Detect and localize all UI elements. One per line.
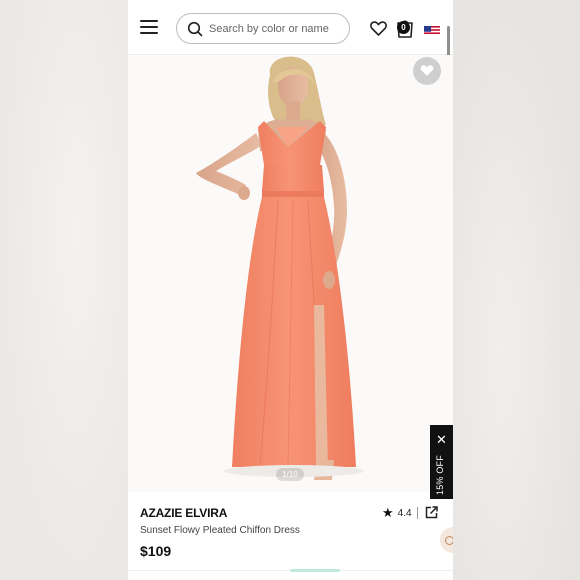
top-header: 0 bbox=[128, 0, 453, 102]
heart-icon[interactable] bbox=[370, 21, 387, 36]
menu-icon[interactable] bbox=[140, 20, 158, 34]
search-icon bbox=[187, 21, 203, 37]
search-bar[interactable] bbox=[176, 13, 350, 44]
model-photo bbox=[196, 56, 364, 480]
product-image[interactable]: 1/10 bbox=[128, 55, 453, 492]
rating-divider bbox=[417, 507, 418, 519]
product-brand: AZAZIE ELVIRA bbox=[140, 506, 228, 520]
favorite-heart-icon bbox=[420, 65, 434, 76]
rating-value: 4.4 bbox=[397, 507, 412, 519]
phone-screen: 0 bbox=[128, 0, 453, 580]
chat-icon[interactable] bbox=[440, 527, 453, 553]
bag-count-badge: 0 bbox=[397, 21, 410, 34]
product-rating[interactable]: ★ 4.4 bbox=[382, 505, 412, 520]
discount-label: 15% OFF bbox=[435, 455, 445, 495]
background-right bbox=[453, 0, 580, 580]
us-flag-icon[interactable] bbox=[424, 24, 440, 35]
image-counter: 1/10 bbox=[276, 468, 304, 481]
share-icon[interactable] bbox=[425, 506, 438, 519]
close-icon[interactable]: ✕ bbox=[436, 433, 447, 446]
product-price: $109 bbox=[140, 543, 172, 559]
bottom-handle[interactable] bbox=[290, 569, 340, 572]
search-input[interactable] bbox=[209, 19, 345, 38]
product-name: Sunset Flowy Pleated Chiffon Dress bbox=[140, 525, 300, 536]
discount-tab[interactable]: ✕ 15% OFF bbox=[430, 425, 453, 499]
favorite-button[interactable] bbox=[413, 57, 441, 85]
star-icon: ★ bbox=[382, 505, 394, 520]
background-left bbox=[0, 0, 128, 580]
